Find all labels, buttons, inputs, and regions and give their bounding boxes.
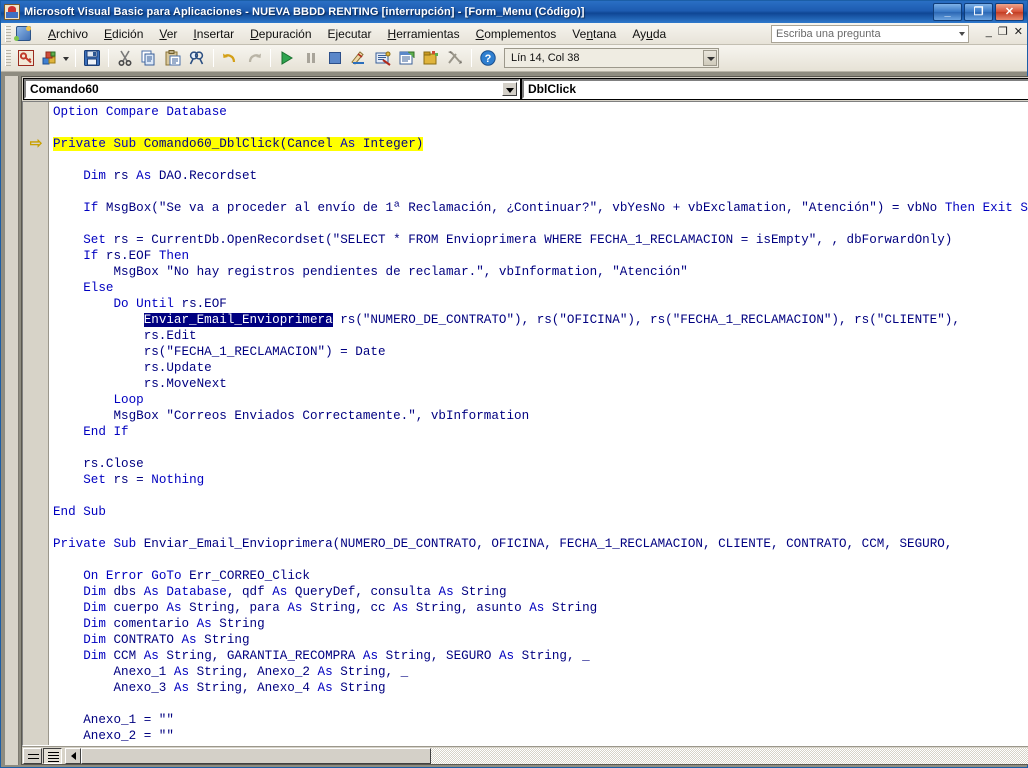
find-icon[interactable] [186,47,208,69]
mdi-restore-button[interactable]: ❐ [998,26,1008,38]
app-icon [4,4,20,20]
menu-item-insertar[interactable]: Insertar [185,24,242,44]
code-window-combos: Comando60 DblClick [22,77,1028,101]
save-icon[interactable] [81,47,103,69]
run-icon[interactable] [276,47,298,69]
view-access-icon[interactable] [15,47,37,69]
mdi-minimize-button[interactable]: _ [986,26,992,38]
toolbar-grip[interactable] [5,50,11,66]
chevron-down-icon[interactable] [959,32,965,36]
menu-item-ventana[interactable]: Ventana [564,24,624,44]
menu-grip[interactable] [5,25,11,42]
margin-indicator-bar[interactable]: ⇨ [23,102,49,745]
code-window: Comando60 DblClick ⇨ Option Compare Data… [21,76,1028,765]
redo-icon[interactable] [243,47,265,69]
toolbar-separator [270,49,271,67]
code-horizontal-scrollbar[interactable] [65,747,1028,764]
insert-object-icon[interactable] [39,47,61,69]
full-module-view-button[interactable] [43,747,62,764]
ask-a-question-placeholder: Escriba una pregunta [776,28,881,40]
menu-item-ver[interactable]: Ver [151,24,185,44]
cut-icon[interactable] [114,47,136,69]
code-text[interactable]: Option Compare Database Private Sub Coma… [49,102,1028,744]
menu-item-archivo[interactable]: Archivo [40,24,96,44]
vba-logo-icon [14,25,34,43]
object-browser-icon[interactable] [420,47,442,69]
minimize-button[interactable]: _ [933,3,962,21]
code-editor[interactable]: ⇨ Option Compare Database Private Sub Co… [22,101,1028,746]
mdi-close-button[interactable]: ✕ [1014,26,1023,38]
toolbox-icon[interactable] [444,47,466,69]
vba-editor-window: Microsoft Visual Basic para Aplicaciones… [0,0,1028,768]
properties-window-icon[interactable] [396,47,418,69]
menu-item-depuracion[interactable]: Depuración [242,24,319,44]
undo-icon[interactable] [219,47,241,69]
object-combo-value: Comando60 [30,82,99,96]
procedure-view-button[interactable] [23,747,42,764]
insert-dropdown-icon[interactable] [62,47,71,69]
docked-panel-rail [5,76,19,765]
menu-item-edicion[interactable]: Edición [96,24,151,44]
hscroll-thumb[interactable] [81,747,431,764]
ask-a-question-box[interactable]: Escriba una pregunta [771,25,969,43]
window-title: Microsoft Visual Basic para Aplicaciones… [24,6,585,18]
cursor-position-text: Lín 14, Col 38 [511,52,580,64]
object-combo[interactable]: Comando60 [23,78,521,100]
toolbar-separator [471,49,472,67]
svg-text:?: ? [485,53,492,65]
menu-item-complementos[interactable]: Complementos [468,24,565,44]
toolbar-separator [108,49,109,67]
title-bar: Microsoft Visual Basic para Aplicaciones… [1,1,1027,23]
standard-toolbar: ? Lín 14, Col 38 [1,45,1027,72]
paste-icon[interactable] [162,47,184,69]
close-button[interactable]: ✕ [995,3,1024,21]
code-window-bottom-bar [22,746,1028,764]
toolbar-overflow-button[interactable] [703,50,717,66]
menu-item-ayuda[interactable]: Ayuda [624,24,674,44]
window-controls: _ ❐ ✕ [933,3,1024,21]
object-combo-chevron-down-icon[interactable] [502,82,517,96]
menu-item-herramientas[interactable]: Herramientas [380,24,468,44]
copy-icon[interactable] [138,47,160,69]
pause-icon[interactable] [300,47,322,69]
procedure-combo[interactable]: DblClick [520,78,1028,100]
menu-item-ejecutar[interactable]: Ejecutar [320,24,380,44]
scroll-left-button[interactable] [65,747,81,764]
help-icon[interactable]: ? [477,47,499,69]
toolbar-separator [213,49,214,67]
mdi-window-controls: _ ❐ ✕ [986,26,1023,38]
break-arrow-icon: ⇨ [29,135,43,152]
code-text-scroll[interactable]: Option Compare Database Private Sub Coma… [49,102,1028,745]
restore-button[interactable]: ❐ [964,3,993,21]
cursor-position-box: Lín 14, Col 38 [504,48,719,68]
design-mode-icon[interactable] [348,47,370,69]
stop-icon[interactable] [324,47,346,69]
project-explorer-icon[interactable] [372,47,394,69]
procedure-combo-value: DblClick [528,82,577,96]
mdi-client-area: Comando60 DblClick ⇨ Option Compare Data… [1,72,1028,767]
menu-bar: Archivo Edición Ver Insertar Depuración … [1,23,1027,45]
toolbar-separator [75,49,76,67]
